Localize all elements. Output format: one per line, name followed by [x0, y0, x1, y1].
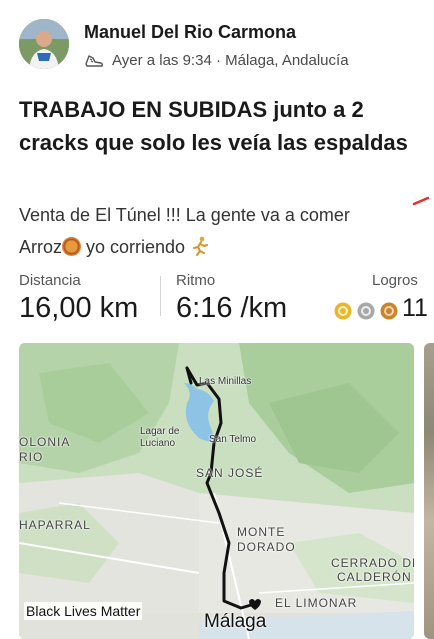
- silver-medal-icon: [357, 302, 375, 320]
- runner-emoji-icon: [193, 236, 209, 256]
- activity-header: Manuel Del Rio Carmona Ayer a las 9:34 ·…: [0, 0, 434, 80]
- red-stroke-mark: [412, 196, 430, 206]
- map-terrain: [19, 343, 414, 639]
- running-shoe-icon: [85, 54, 104, 67]
- route-map[interactable]: Las Minillas Lagar de Luciano San Telmo …: [19, 343, 414, 639]
- activity-timestamp-location: Ayer a las 9:34 · Málaga, Andalucía: [112, 52, 349, 69]
- map-label-el-limonar: EL LIMONAR: [275, 596, 358, 610]
- paella-emoji-icon: [62, 237, 82, 256]
- map-label-san-jose: SAN JOSÉ: [196, 466, 264, 480]
- description-line: Arroz yo corriendo: [19, 231, 419, 263]
- map-label-las-minillas: Las Minillas: [199, 376, 252, 387]
- map-label-monte: MONTE: [237, 525, 286, 539]
- map-label-calderon: CALDERÓN: [337, 570, 412, 584]
- activity-description: Venta de El Túnel !!! La gente va a come…: [19, 199, 419, 263]
- map-label-malaga: Málaga: [204, 611, 267, 632]
- distance-label: Distancia: [19, 272, 81, 289]
- achievements-count: 11: [402, 294, 428, 322]
- avatar-image: [19, 19, 69, 69]
- map-label-lagar-de: Lagar de: [140, 426, 180, 437]
- bronze-medal-icon: [380, 302, 398, 320]
- description-text: yo corriendo: [81, 237, 191, 257]
- distance-value: 16,00 km: [19, 292, 139, 324]
- map-badge-black-lives-matter: Black Lives Matter: [24, 602, 143, 620]
- medals[interactable]: [333, 301, 399, 321]
- description-text: Arroz: [19, 237, 63, 257]
- author-name[interactable]: Manuel Del Rio Carmona: [84, 22, 296, 43]
- activity-stats: Distancia 16,00 km Ritmo 6:16 /km Logros…: [0, 268, 434, 338]
- map-label-san-telmo: San Telmo: [209, 434, 257, 445]
- map-label-haparral: HAPARRAL: [19, 518, 91, 532]
- map-label-dorado: DORADO: [237, 540, 296, 554]
- achievements-label: Logros: [372, 272, 418, 289]
- map-label-rio: RIO: [19, 450, 44, 464]
- activity-meta: Ayer a las 9:34 · Málaga, Andalucía: [84, 52, 349, 69]
- pace-value: 6:16 /km: [176, 292, 288, 324]
- description-line: Venta de El Túnel !!! La gente va a come…: [19, 205, 350, 225]
- next-media-preview[interactable]: [424, 343, 434, 639]
- stats-divider: [160, 276, 161, 316]
- map-label-olonia: OLONIA: [19, 435, 71, 449]
- activity-title[interactable]: TRABAJO EN SUBIDAS junto a 2 cracks que …: [19, 93, 419, 159]
- author-avatar[interactable]: [19, 19, 69, 69]
- pace-label: Ritmo: [176, 272, 216, 289]
- map-label-luciano: Luciano: [140, 438, 176, 449]
- map-label-cerrado-de: CERRADO DE: [331, 556, 414, 570]
- gold-medal-icon: [334, 302, 352, 320]
